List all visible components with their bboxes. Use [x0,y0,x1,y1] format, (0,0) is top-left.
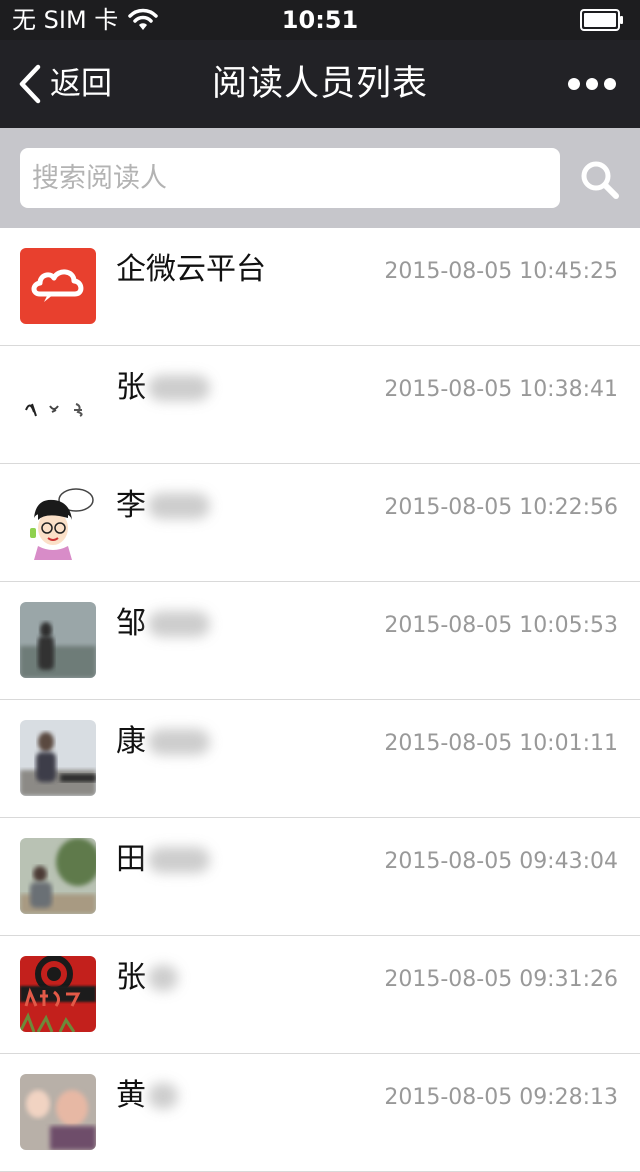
reader-name-text: 企微云平台 [116,252,266,287]
reader-name-text: 邹 [116,606,146,641]
reader-name: 邹 [116,604,210,644]
list-item[interactable]: 邹 2015-08-05 10:05:53 [0,582,640,700]
cloud-logo-avatar [20,248,96,324]
reader-name-text: 田 [116,842,146,877]
list-item[interactable]: 企微云平台 2015-08-05 10:45:25 [0,228,640,346]
read-time: 2015-08-05 10:45:25 [384,259,618,284]
list-item[interactable]: 田 2015-08-05 09:43:04 [0,818,640,936]
search-icon[interactable] [578,158,622,202]
search-input[interactable] [20,148,560,208]
clock: 10:51 [281,6,359,34]
reader-name: 康 [116,722,210,762]
reader-list: 企微云平台 2015-08-05 10:45:25 张 2015-08-05 1… [0,228,640,1172]
reader-name: 黄 [116,1076,178,1116]
name-redaction [148,965,178,991]
reader-name-text: 康 [116,724,146,759]
list-item[interactable]: 黄 2015-08-05 09:28:13 [0,1054,640,1172]
photo-avatar [20,720,96,796]
reader-name: 张 [116,368,210,408]
reader-name-text: 张 [116,960,146,995]
name-redaction [148,611,210,637]
more-icon[interactable] [562,68,622,100]
read-time: 2015-08-05 09:43:04 [384,849,618,874]
reader-name-text: 黄 [116,1078,146,1113]
name-redaction [148,493,210,519]
photo-avatar [20,1074,96,1150]
status-bar: 无 SIM 卡 10:51 [0,0,640,40]
navigation-bar: 返回 阅读人员列表 [0,40,640,128]
list-item[interactable]: 康 2015-08-05 10:01:11 [0,700,640,818]
name-redaction [148,847,210,873]
read-time: 2015-08-05 10:01:11 [384,731,618,756]
reader-name-text: 张 [116,370,146,405]
calligraphy-avatar [20,366,96,442]
reader-name: 企微云平台 [116,250,266,290]
read-time: 2015-08-05 09:28:13 [384,1085,618,1110]
list-item[interactable]: 张 2015-08-05 09:31:26 [0,936,640,1054]
list-item[interactable]: 李 2015-08-05 10:22:56 [0,464,640,582]
photo-avatar [20,838,96,914]
battery-icon [580,9,623,31]
name-redaction [148,375,210,401]
red-logo-avatar [20,956,96,1032]
photo-avatar [20,602,96,678]
reader-name-text: 李 [116,488,146,523]
read-time: 2015-08-05 10:22:56 [384,495,618,520]
read-time: 2015-08-05 10:05:53 [384,613,618,638]
cartoon-girl-avatar [20,484,96,560]
read-time: 2015-08-05 09:31:26 [384,967,618,992]
read-time: 2015-08-05 10:38:41 [384,377,618,402]
reader-name: 李 [116,486,210,526]
page-title: 阅读人员列表 [211,64,428,104]
reader-name: 田 [116,840,210,880]
name-redaction [148,1083,178,1109]
list-item[interactable]: 张 2015-08-05 10:38:41 [0,346,640,464]
reader-name: 张 [116,958,178,998]
name-redaction [148,729,210,755]
search-bar [0,128,640,228]
